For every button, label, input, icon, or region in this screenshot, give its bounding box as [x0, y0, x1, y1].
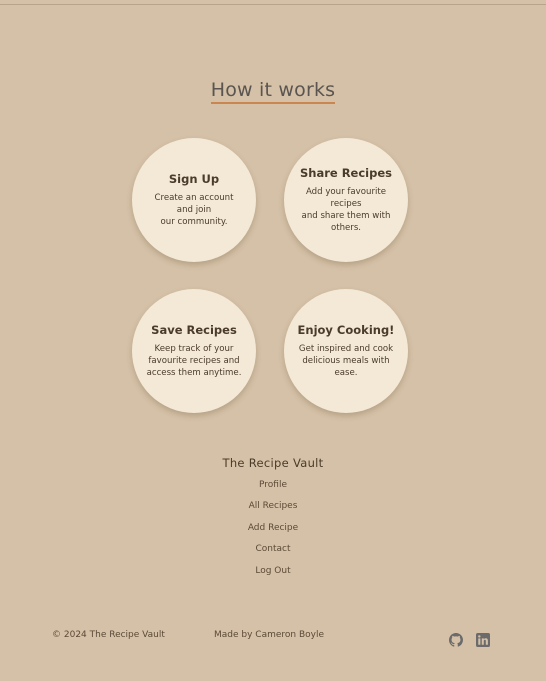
section-title: How it works — [210, 78, 336, 104]
step-title: Sign Up — [168, 172, 220, 186]
linkedin-icon[interactable] — [476, 633, 490, 647]
footer-nav: Profile All Recipes Add Recipe Contact L… — [0, 478, 546, 585]
step-card-save-recipes: Save Recipes Keep track of your favourit… — [132, 289, 256, 413]
step-text: Add your favourite recipes and share the… — [301, 187, 391, 233]
credit-text: Made by Cameron Boyle — [214, 630, 325, 640]
step-title: Enjoy Cooking! — [297, 323, 395, 337]
step-text: Create an account and join our community… — [154, 193, 234, 227]
copyright-text: © 2024 The Recipe Vault — [52, 630, 165, 640]
footer-link-profile[interactable]: Profile — [0, 478, 546, 499]
top-divider — [0, 4, 546, 5]
footer-link-add-recipe[interactable]: Add Recipe — [0, 521, 546, 542]
step-card-share-recipes: Share Recipes Add your favourite recipes… — [284, 138, 408, 262]
footer-link-log-out[interactable]: Log Out — [0, 564, 546, 585]
step-card-sign-up: Sign Up Create an account and join our c… — [132, 138, 256, 262]
step-title: Save Recipes — [151, 323, 237, 337]
step-title: Share Recipes — [300, 166, 392, 180]
footer-brand: The Recipe Vault — [222, 456, 324, 470]
how-it-works-heading: How it works — [0, 78, 546, 104]
step-card-enjoy-cooking: Enjoy Cooking! Get inspired and cook del… — [284, 289, 408, 413]
github-icon[interactable] — [449, 633, 463, 647]
footer-link-all-recipes[interactable]: All Recipes — [0, 499, 546, 520]
step-text: Keep track of your favourite recipes and… — [146, 344, 242, 378]
step-text: Get inspired and cook delicious meals wi… — [298, 344, 394, 378]
footer-link-contact[interactable]: Contact — [0, 542, 546, 563]
